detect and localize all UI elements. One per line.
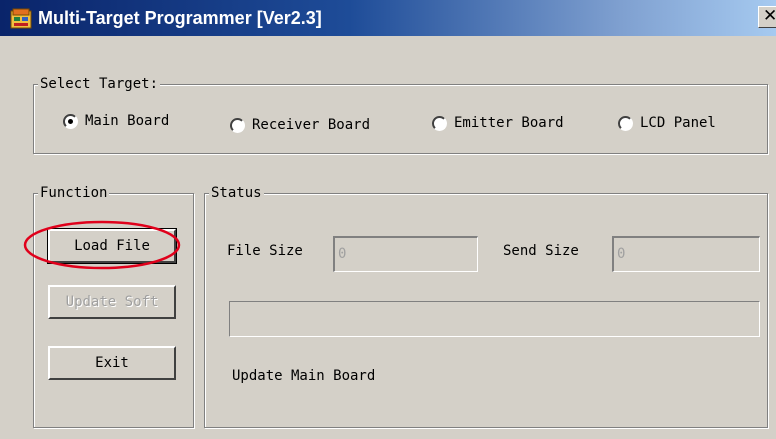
radio-circle <box>432 115 447 131</box>
radio-receiver-board-label: Receiver Board <box>252 117 371 133</box>
load-file-button[interactable]: Load File <box>47 228 177 264</box>
title-bar[interactable]: Multi-Target Programmer [Ver2.3] ✕ <box>0 0 776 36</box>
file-size-value: 0 <box>338 246 347 262</box>
update-soft-button-label: Update Soft <box>65 294 159 310</box>
status-label: Status <box>209 184 264 202</box>
radio-receiver-board[interactable]: Receiver Board <box>230 114 370 136</box>
programmer-app-icon <box>10 8 32 29</box>
function-label: Function <box>38 184 110 202</box>
radio-main-board-label: Main Board <box>85 113 170 129</box>
status-message: Update Main Board <box>232 368 376 384</box>
exit-button[interactable]: Exit <box>48 346 176 380</box>
file-size-field: 0 <box>333 236 478 272</box>
radio-lcd-panel[interactable]: LCD Panel <box>618 112 716 134</box>
close-button[interactable]: ✕ <box>758 6 776 28</box>
send-size-label: Send Size <box>503 243 579 259</box>
radio-emitter-board[interactable]: Emitter Board <box>432 112 564 134</box>
radio-circle <box>63 113 78 129</box>
select-target-label: Select Target: <box>38 75 161 93</box>
radio-lcd-panel-label: LCD Panel <box>640 115 716 131</box>
progress-bar <box>229 301 760 337</box>
load-file-button-label: Load File <box>74 238 150 254</box>
radio-main-board[interactable]: Main Board <box>63 110 169 132</box>
close-icon: ✕ <box>763 6 776 25</box>
radio-emitter-board-label: Emitter Board <box>454 115 564 131</box>
window-title: Multi-Target Programmer [Ver2.3] <box>38 8 322 28</box>
update-soft-button[interactable]: Update Soft <box>48 285 176 319</box>
send-size-field: 0 <box>612 236 760 272</box>
radio-selected-dot <box>68 118 73 124</box>
radio-circle <box>618 115 633 131</box>
send-size-value: 0 <box>617 246 626 262</box>
exit-button-label: Exit <box>95 355 129 371</box>
file-size-label: File Size <box>227 243 303 259</box>
app-window: Multi-Target Programmer [Ver2.3] ✕ Selec… <box>0 0 776 439</box>
radio-circle <box>230 117 245 133</box>
